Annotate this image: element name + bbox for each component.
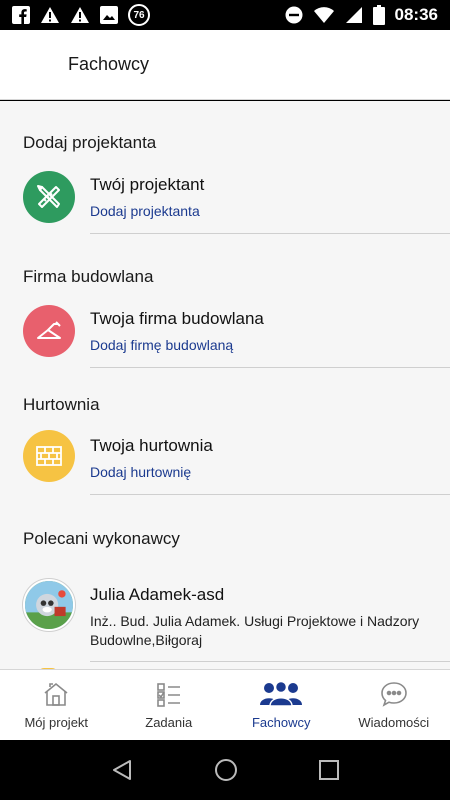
item-title: Twój projektant: [90, 175, 205, 194]
divider: [90, 367, 450, 368]
warning-icon: [71, 7, 89, 23]
add-construction-company-link[interactable]: Dodaj firmę budowlaną: [90, 337, 233, 353]
image-icon: [100, 6, 118, 24]
section-header-designer: Dodaj projektanta: [23, 133, 157, 152]
signal-icon: [345, 7, 362, 23]
add-designer-link[interactable]: Dodaj projektanta: [90, 203, 200, 219]
warning-icon: [41, 7, 59, 23]
section-header-construction-company: Firma budowlana: [23, 267, 154, 286]
status-time: 08:36: [394, 5, 438, 24]
chat-icon: [380, 681, 407, 707]
recents-icon[interactable]: [318, 759, 340, 781]
contractors-list[interactable]: Dodaj projektanta Twój projektant Dodaj …: [0, 101, 450, 669]
nav-contractors[interactable]: Fachowcy: [225, 670, 338, 740]
people-icon: [260, 680, 303, 707]
item-title: Twoja hurtownia: [90, 436, 213, 455]
nav-my-project[interactable]: Mój projekt: [0, 670, 113, 740]
ruler-pencil-icon: [23, 171, 75, 223]
nav-label: Fachowcy: [251, 714, 311, 730]
list-item-designer[interactable]: Twój projektant Dodaj projektanta: [0, 167, 450, 233]
section-header-recommended: Polecani wykonawcy: [23, 529, 180, 548]
nav-tasks[interactable]: Zadania: [113, 670, 226, 740]
list-item-construction-company[interactable]: Twoja firma budowlana Dodaj firmę budowl…: [0, 301, 450, 367]
list-item-recommended-contractor[interactable]: Julia Adamek-asd Inż.. Bud. Julia Adamek…: [0, 577, 450, 661]
avatar: [23, 579, 75, 631]
divider: [90, 233, 450, 234]
home-icon[interactable]: [213, 757, 239, 783]
item-title: Twoja firma budowlana: [90, 309, 264, 328]
contractor-description: Inż.. Bud. Julia Adamek. Usługi Projekto…: [90, 613, 420, 648]
contractor-name: Julia Adamek-asd: [90, 585, 225, 604]
wifi-icon: [313, 7, 334, 23]
page-title: Fachowcy: [68, 54, 150, 74]
add-wholesaler-link[interactable]: Dodaj hurtownię: [90, 464, 191, 480]
system-navigation-bar: [0, 740, 450, 800]
facebook-icon: [12, 6, 30, 24]
do-not-disturb-icon: [285, 6, 303, 24]
section-header-wholesaler: Hurtownia: [23, 395, 100, 414]
app-header: Fachowcy: [0, 30, 450, 100]
list-item-wholesaler[interactable]: Twoja hurtownia Dodaj hurtownię: [0, 428, 450, 494]
badge-icon: 76: [128, 4, 150, 26]
trowel-icon: [23, 305, 75, 357]
status-bar: 76 08:36: [0, 0, 450, 30]
nav-label: Zadania: [145, 714, 193, 730]
divider: [90, 494, 450, 495]
nav-label: Mój projekt: [24, 714, 89, 730]
divider: [90, 661, 450, 662]
nav-label: Wiadomości: [358, 714, 430, 730]
back-icon[interactable]: [110, 758, 134, 782]
house-icon: [44, 682, 68, 706]
battery-icon: [372, 5, 385, 25]
bricks-icon: [23, 430, 75, 482]
bottom-navigation: Mój projekt Zadania Fachowcy Wiadomości: [0, 669, 450, 740]
checklist-icon: [156, 682, 180, 707]
nav-messages[interactable]: Wiadomości: [338, 670, 450, 740]
